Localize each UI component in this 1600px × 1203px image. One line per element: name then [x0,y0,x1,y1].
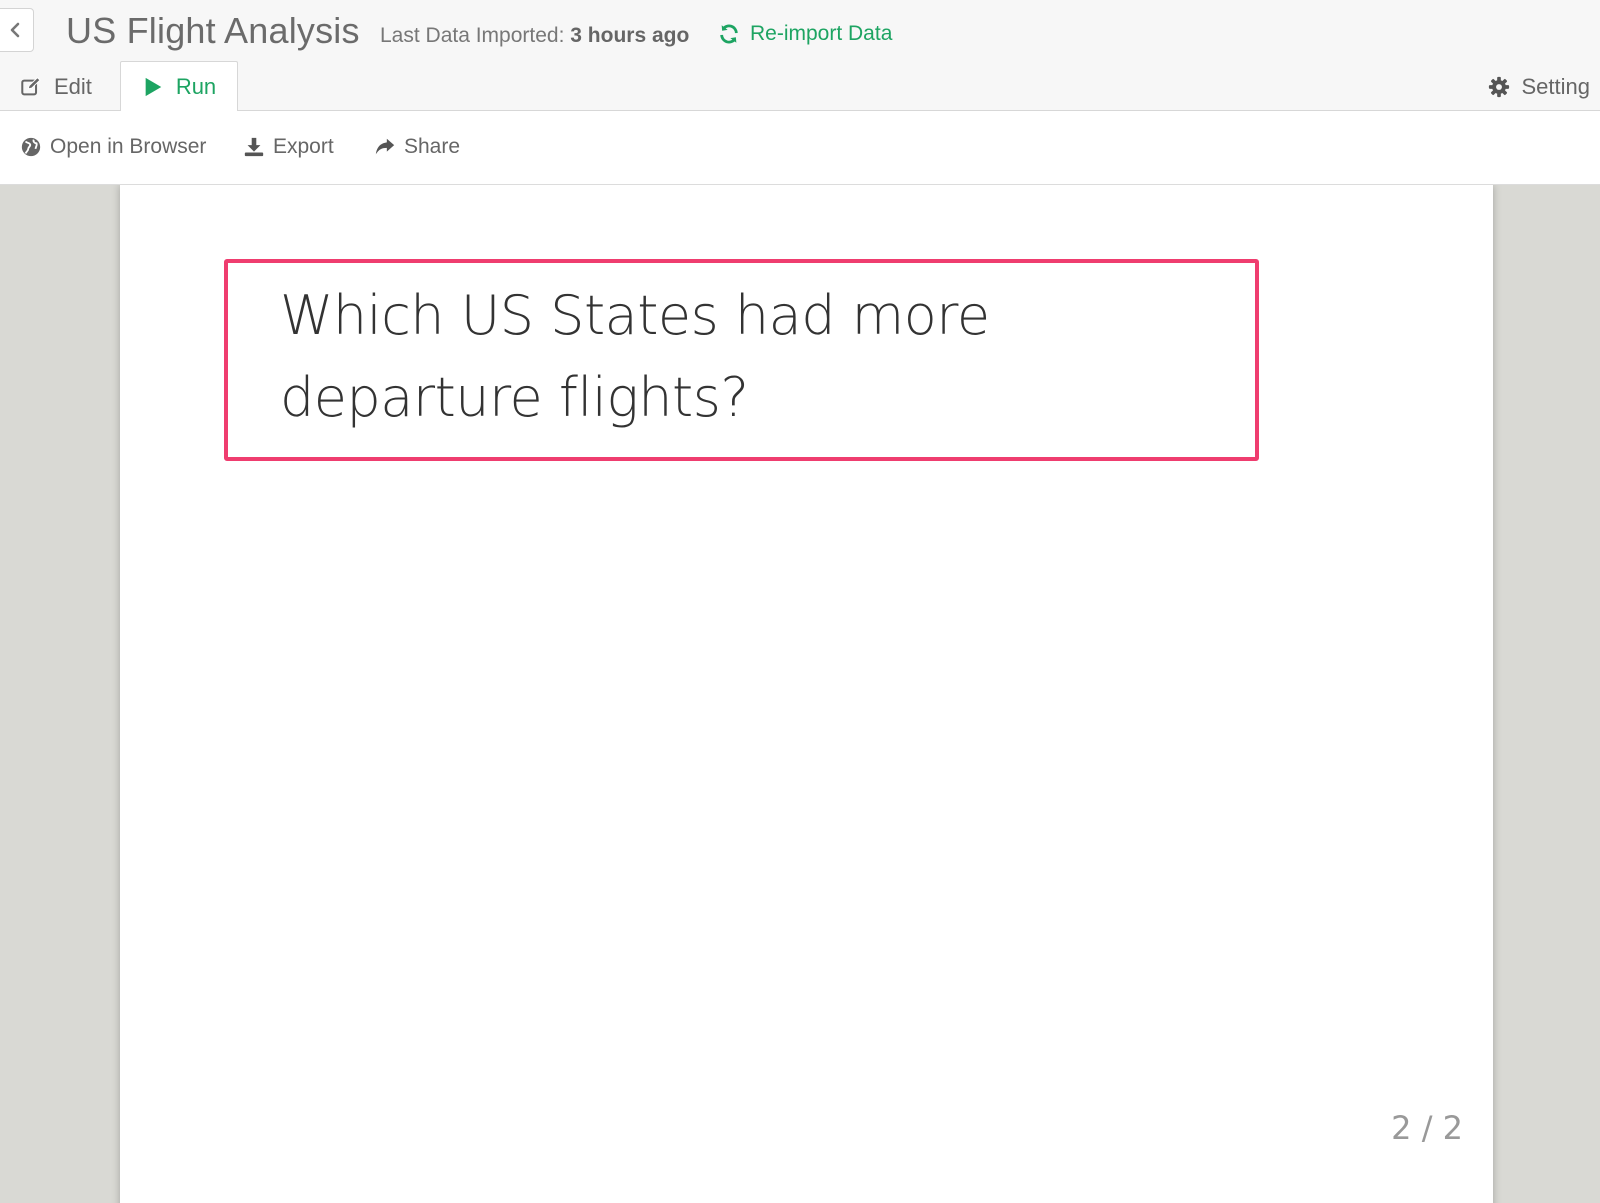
share-label: Share [404,135,461,158]
share-icon [375,138,395,155]
tab-edit[interactable]: Edit [20,62,92,111]
action-toolbar: Open in Browser Export Share [0,111,1600,185]
import-time: 3 hours ago [570,24,690,47]
mode-tabs: Edit Run Setting [0,61,1600,112]
reimport-label: Re-import Data [750,22,893,45]
page-indicator: 2 / 2 [1391,1109,1463,1147]
tab-run-label: Run [175,73,217,99]
slide: Which US States had more departure fligh… [120,185,1493,1203]
page-title: US Flight Analysis [66,10,360,51]
import-status: Last Data Imported: 3 hours ago [380,24,689,48]
export-button[interactable]: Export [243,135,334,159]
reimport-data-button[interactable]: Re-import Data [718,22,892,46]
setting-button[interactable]: Setting [1488,62,1591,111]
tab-edit-label: Edit [54,73,92,99]
edit-icon [21,76,41,95]
open-in-browser-button[interactable]: Open in Browser [20,135,206,159]
download-icon [244,137,264,157]
chevron-left-icon [10,22,20,38]
presentation-canvas: Which US States had more departure fligh… [0,185,1600,1203]
gear-icon [1488,76,1509,97]
share-button[interactable]: Share [374,135,460,159]
tab-run[interactable]: Run [120,61,238,112]
globe-icon [21,137,41,157]
question-highlight-box: Which US States had more departure fligh… [224,259,1259,461]
play-icon [145,77,162,96]
refresh-icon [720,24,738,44]
import-label: Last Data Imported: [380,24,565,47]
open-in-browser-label: Open in Browser [50,135,207,158]
slide-question: Which US States had more departure fligh… [280,284,990,429]
back-button[interactable] [0,8,34,52]
setting-label: Setting [1521,73,1591,99]
export-label: Export [273,135,334,158]
app-header: US Flight Analysis Last Data Imported: 3… [0,0,1600,62]
